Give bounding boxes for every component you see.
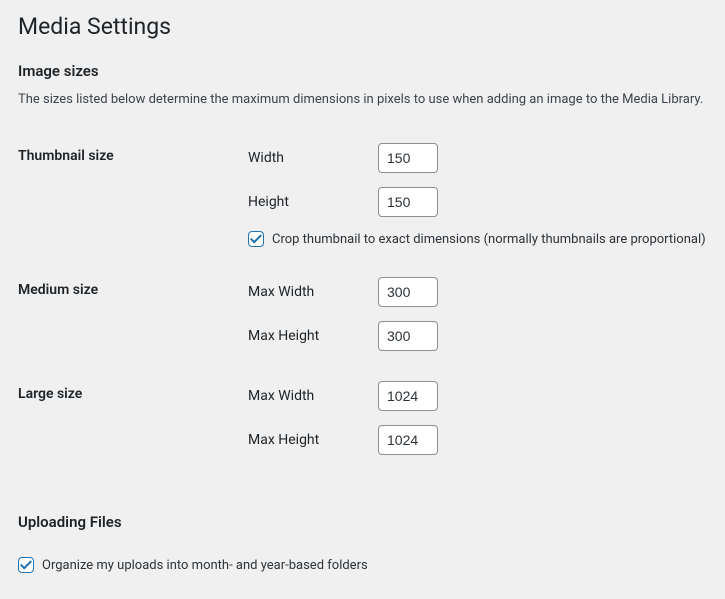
medium-max-width-label: Max Width [248,284,378,300]
uploading-files-heading: Uploading Files [18,513,707,531]
image-sizes-table: Thumbnail size Width Height Crop thumbna… [18,133,707,475]
medium-max-height-label: Max Height [248,328,378,344]
thumbnail-size-label: Thumbnail size [18,133,248,267]
large-max-width-row: Max Width [248,381,707,411]
medium-max-height-input[interactable] [378,321,438,351]
organize-uploads-label[interactable]: Organize my uploads into month- and year… [42,558,368,573]
large-size-label: Large size [18,371,248,475]
thumbnail-width-row: Width [248,143,707,173]
organize-uploads-row: Organize my uploads into month- and year… [18,557,707,573]
thumbnail-height-input[interactable] [378,187,438,217]
large-max-height-label: Max Height [248,432,378,448]
thumbnail-size-row: Thumbnail size Width Height Crop thumbna… [18,133,707,267]
large-max-width-input[interactable] [378,381,438,411]
medium-max-width-input[interactable] [378,277,438,307]
image-sizes-description: The sizes listed below determine the max… [18,90,707,110]
medium-size-row: Medium size Max Width Max Height [18,267,707,371]
medium-size-label: Medium size [18,267,248,371]
thumbnail-width-input[interactable] [378,143,438,173]
thumbnail-height-label: Height [248,194,378,210]
thumbnail-height-row: Height [248,187,707,217]
organize-uploads-checkbox[interactable] [18,557,34,573]
medium-max-height-row: Max Height [248,321,707,351]
large-max-width-label: Max Width [248,388,378,404]
thumbnail-width-label: Width [248,150,378,166]
thumbnail-crop-label[interactable]: Crop thumbnail to exact dimensions (norm… [272,232,706,247]
image-sizes-heading: Image sizes [18,62,707,80]
thumbnail-crop-row: Crop thumbnail to exact dimensions (norm… [248,231,707,247]
medium-max-width-row: Max Width [248,277,707,307]
thumbnail-crop-checkbox[interactable] [248,231,264,247]
large-size-row: Large size Max Width Max Height [18,371,707,475]
large-max-height-row: Max Height [248,425,707,455]
large-max-height-input[interactable] [378,425,438,455]
page-title: Media Settings [18,12,707,42]
